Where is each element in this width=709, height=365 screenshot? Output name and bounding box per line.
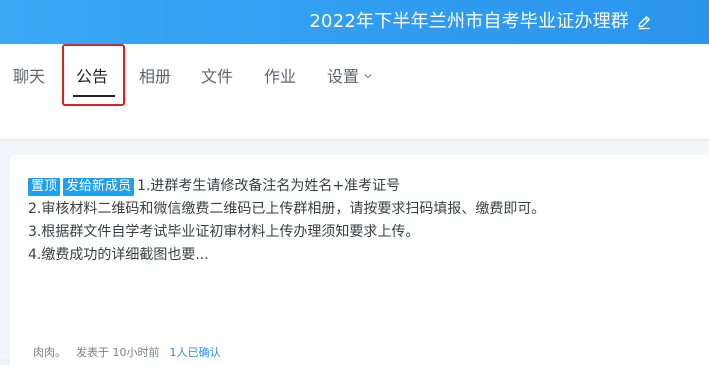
announcement-card[interactable]: 置顶 发给新成员 1.进群考生请修改备注名为姓名+准考证号 2.审核材料二维码和微信… xyxy=(10,155,709,365)
group-title-bar: 2022年下半年兰州市自考毕业证办理群 xyxy=(0,0,709,44)
announcement-area: 置顶 发给新成员 1.进群考生请修改备注名为姓名+准考证号 2.审核材料二维码和微信… xyxy=(0,141,709,365)
new-member-badge: 发给新成员 xyxy=(63,178,135,196)
announcement-line-1: 置顶 发给新成员 1.进群考生请修改备注名为姓名+准考证号 xyxy=(28,175,703,198)
tab-settings[interactable]: 设置 xyxy=(327,64,373,90)
announcement-line-3: 3.根据群文件自学考试毕业证初审材料上传办理须知要求上传。 xyxy=(28,224,420,240)
tab-homework[interactable]: 作业 xyxy=(264,64,296,90)
announcement-footer: 肉肉。 发表于 10小时前 1人已确认 xyxy=(33,346,231,360)
tab-chat[interactable]: 聊天 xyxy=(13,64,45,90)
announcement-line-4: 4.缴费成功的详细截图也要... xyxy=(28,247,209,263)
announcement-body: 置顶 发给新成员 1.进群考生请修改备注名为姓名+准考证号 2.审核材料二维码和微信… xyxy=(28,175,703,267)
tab-album[interactable]: 相册 xyxy=(139,64,171,90)
announcement-text-1: 1.进群考生请修改备注名为姓名+准考证号 xyxy=(137,178,401,194)
pencil-icon[interactable] xyxy=(636,14,652,30)
tab-bar: 聊天 公告 相册 文件 作业 设置 xyxy=(0,44,709,140)
group-title: 2022年下半年兰州市自考毕业证办理群 xyxy=(309,11,629,32)
highlight-annotation-box xyxy=(62,44,125,106)
author-name: 肉肉。 xyxy=(33,346,66,359)
confirmed-count-link[interactable]: 1人已确认 xyxy=(170,346,221,359)
tab-files[interactable]: 文件 xyxy=(201,64,233,90)
pinned-badge: 置顶 xyxy=(28,178,61,196)
chevron-down-icon xyxy=(364,73,372,79)
posted-time: 发表于 10小时前 xyxy=(76,346,160,359)
announcement-line-2: 2.审核材料二维码和微信缴费二维码已上传群相册，请按要求扫码填报、缴费即可。 xyxy=(28,201,546,217)
tab-settings-label: 设置 xyxy=(327,67,360,86)
